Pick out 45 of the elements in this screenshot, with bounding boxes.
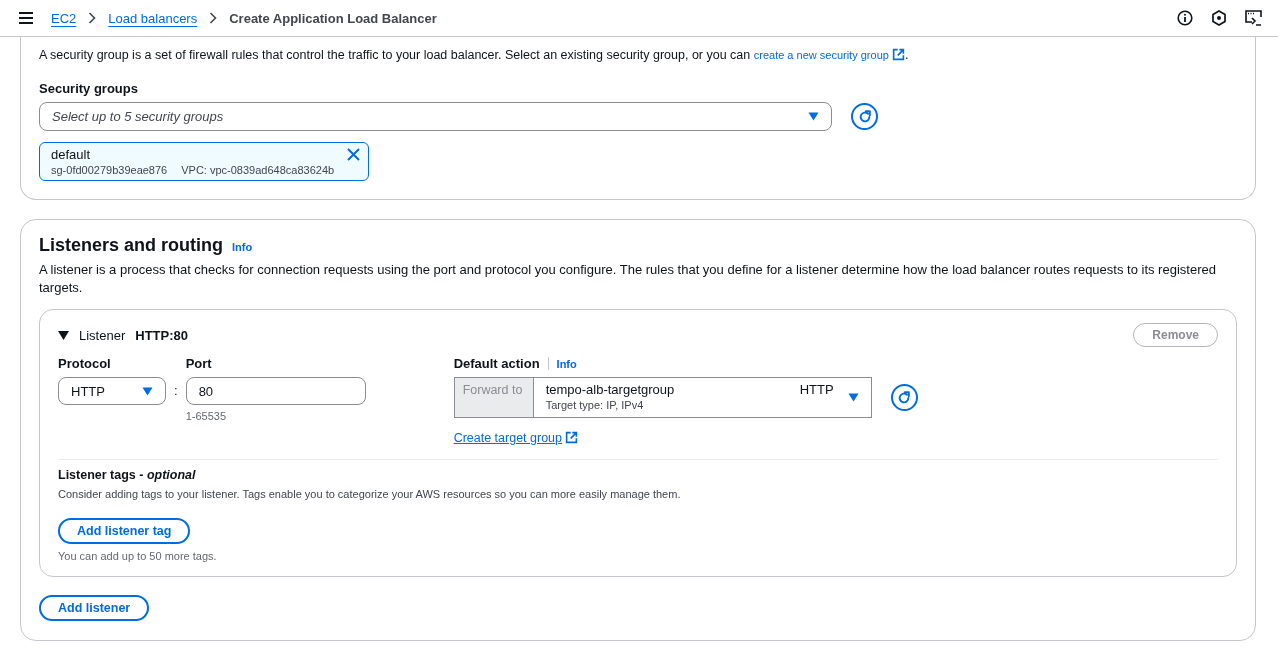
breadcrumb-link[interactable]: EC2: [51, 10, 77, 26]
refresh-button[interactable]: [851, 103, 878, 130]
field-label: Security groups: [39, 81, 139, 96]
security-group-select[interactable]: Select up to 5 security groups: [39, 102, 832, 131]
caret-down-icon: [808, 112, 819, 121]
menu-icon[interactable]: [19, 12, 33, 24]
breadcrumb-link[interactable]: Load balancers: [108, 10, 198, 26]
close-icon[interactable]: [347, 148, 360, 161]
create-security-group-link[interactable]: create a new security group: [753, 49, 905, 61]
subsection-title: Listener tags - optional: [58, 468, 197, 482]
refresh-button[interactable]: [890, 384, 918, 411]
field-hint: 1-65535: [185, 410, 227, 422]
field-label: Port: [185, 356, 213, 371]
field-label: Protocol: [58, 356, 112, 371]
listener-name: HTTP:80: [135, 327, 188, 343]
caret-down-icon[interactable]: [58, 330, 69, 340]
listener-label: Listener: [79, 327, 126, 343]
info-icon[interactable]: [1177, 10, 1193, 26]
chevron-right-icon: [88, 12, 97, 24]
create-target-group-link[interactable]: Create target group: [453, 431, 579, 445]
port-field[interactable]: 80: [185, 377, 366, 405]
section-description: A listener is a process that checks for connection requests using the port and protocol you configure. The rules that you define for a listener determine how the load balancer routes requests to its registered targets.: [39, 261, 1217, 297]
tags-hint: You can add up to 50 more tags.: [58, 550, 218, 562]
subsection-description: Consider adding tags to your listener. Tags enable you to categorize your AWS resources so you can more easily manage them.: [58, 488, 682, 500]
info-link[interactable]: Info: [232, 241, 253, 253]
refresh-icon: [857, 109, 872, 124]
add-listener-button[interactable]: Add listener: [39, 595, 150, 621]
section-title: Listeners and routing: [39, 235, 224, 256]
field-label: Default action: [453, 356, 540, 371]
refresh-icon: [897, 390, 912, 405]
hexagon-icon[interactable]: [1211, 10, 1227, 26]
default-action-select[interactable]: Forward to tempo-alb-targetgroup Target type: IP, IPv4 HTTP: [453, 377, 872, 418]
separator: :: [174, 383, 178, 398]
chevron-right-icon: [209, 12, 218, 24]
protocol-select[interactable]: HTTP: [58, 377, 166, 405]
section-description: A security group is a set of firewall rules that control the traffic to your load balancer. Select an existing security group, or you can create a new security group .: [39, 48, 910, 62]
caret-down-icon: [847, 393, 859, 402]
external-link-icon: [891, 48, 905, 61]
caret-down-icon: [142, 386, 153, 396]
info-link[interactable]: Info: [556, 357, 577, 370]
add-listener-tag-button[interactable]: Add listener tag: [58, 518, 191, 544]
terminal-icon[interactable]: [1245, 10, 1262, 26]
security-group-token: default sg-0fd00279b39eae876 VPC: vpc-0839ad648ca83624b: [39, 142, 369, 181]
breadcrumb-current: Create Application Load Balancer: [229, 10, 437, 26]
external-link-icon: [565, 431, 579, 444]
